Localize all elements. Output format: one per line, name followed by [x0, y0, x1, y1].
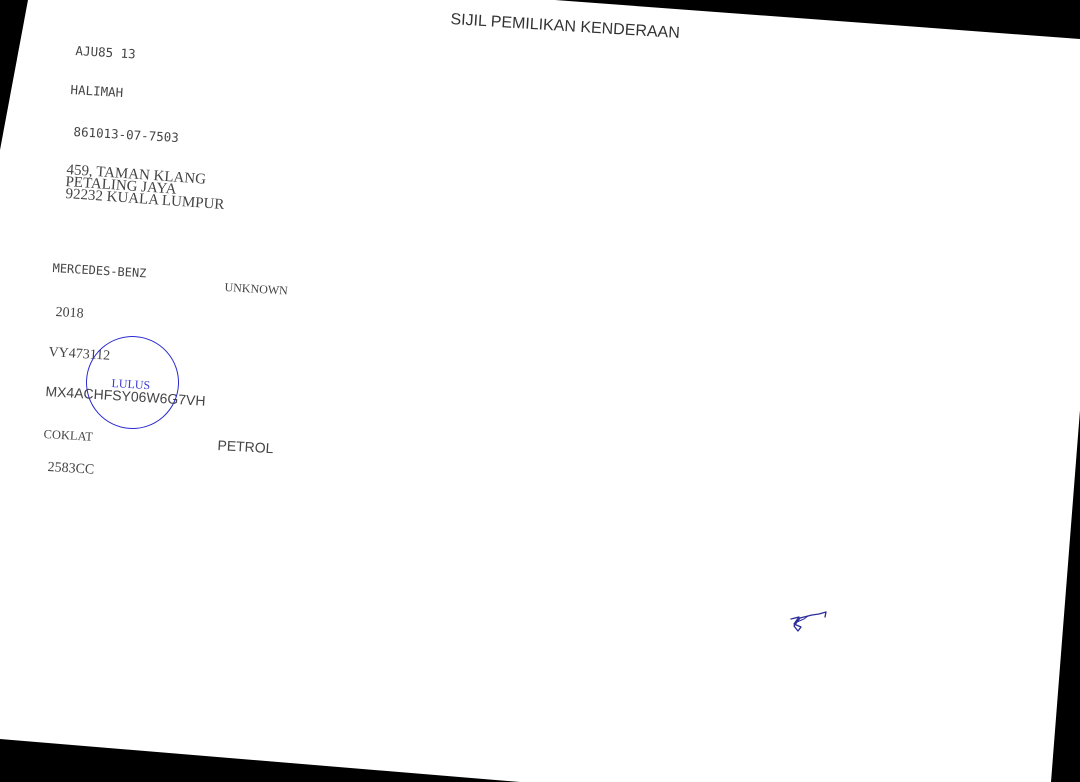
owner-name: HALIMAH — [70, 82, 124, 101]
ic-number: 861013-07-7503 — [73, 124, 180, 146]
vehicle-model: UNKNOWN — [224, 280, 289, 298]
address-line-3: 92232 KUALA LUMPUR — [64, 186, 225, 214]
scan-background: SIJIL PEMILIKAN KENDERAAN AJU85 13 HALIM… — [0, 0, 1080, 782]
vehicle-year: 2018 — [55, 305, 84, 322]
registration-number: AJU85 13 — [75, 43, 137, 62]
vehicle-make: MERCEDES-BENZ — [52, 261, 147, 281]
document-title: SIJIL PEMILIKAN KENDERAAN — [449, 11, 681, 42]
fuel-type: PETROL — [217, 437, 274, 457]
signature-mark — [790, 611, 827, 632]
stamp-label: LULUS — [111, 376, 151, 393]
vehicle-color: COKLAT — [43, 427, 94, 444]
document-sheet: SIJIL PEMILIKAN KENDERAAN AJU85 13 HALIM… — [0, 0, 1080, 782]
engine-capacity: 2583CC — [47, 460, 95, 478]
